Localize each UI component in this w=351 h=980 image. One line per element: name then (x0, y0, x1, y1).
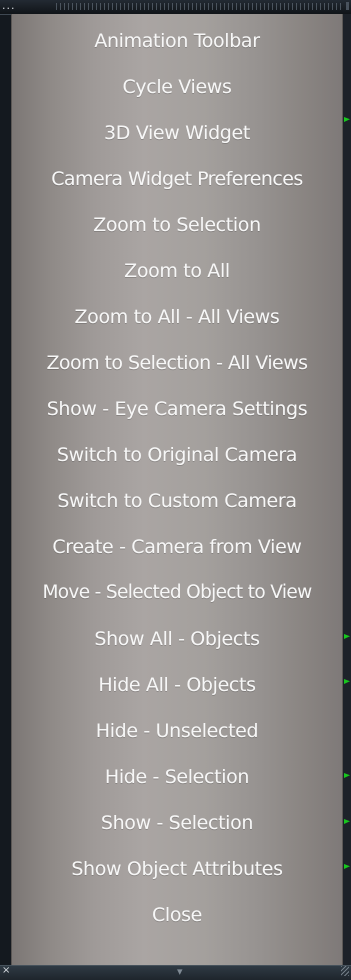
menu-item-label: Hide All - Objects (98, 674, 256, 696)
menu-item-label: 3D View Widget (104, 122, 250, 144)
submenu-marker-icon (344, 634, 350, 639)
menu-item-hide-selection[interactable]: Hide - Selection (11, 765, 343, 811)
title-bar-edge-mark (346, 2, 349, 10)
menu-item-label: Close (151, 904, 202, 926)
menu-item-label: Zoom to Selection - All Views (46, 352, 308, 374)
menu-item-zoom-to-all[interactable]: Zoom to All (11, 259, 343, 305)
submenu-marker-icon (344, 773, 350, 778)
menu-item-show-all-objects[interactable]: Show All - Objects (11, 627, 343, 673)
menu-item-move-selected-object-to-view[interactable]: Move - Selected Object to View (11, 581, 343, 627)
menu-item-show-eye-camera-settings[interactable]: Show - Eye Camera Settings (11, 397, 343, 443)
close-icon[interactable]: × (2, 965, 10, 977)
menu-item-label: Switch to Custom Camera (57, 490, 297, 512)
submenu-marker-icon (344, 679, 350, 684)
menu-item-hide-all-objects[interactable]: Hide All - Objects (11, 673, 343, 719)
menu-item-label: Create - Camera from View (52, 536, 302, 558)
menu-item-zoom-to-selection[interactable]: Zoom to Selection (11, 213, 343, 259)
menu-item-label: Zoom to All - All Views (74, 306, 280, 328)
camera-context-menu-window: ... Animation Toolbar Cycle Views 3D Vie… (0, 0, 351, 980)
menu-item-label: Move - Selected Object to View (42, 582, 312, 603)
menu-item-show-selection[interactable]: Show - Selection (11, 811, 343, 857)
menu-item-cycle-views[interactable]: Cycle Views (11, 75, 343, 121)
menu-item-zoom-to-selection-all-views[interactable]: Zoom to Selection - All Views (11, 351, 343, 397)
submenu-marker-icon (344, 864, 350, 869)
submenu-marker-icon (344, 117, 350, 122)
menu-item-label: Show All - Objects (94, 628, 260, 650)
menu-title-bar[interactable]: ... (0, 0, 351, 15)
submenu-marker-strip (343, 14, 351, 965)
menu-list: Animation Toolbar Cycle Views 3D View Wi… (11, 29, 343, 949)
menu-bottom-bar: × ▾ (0, 965, 351, 980)
title-bar-dots: ... (2, 0, 16, 12)
menu-item-3d-view-widget[interactable]: 3D View Widget (11, 121, 343, 167)
menu-item-label: Show Object Attributes (71, 858, 283, 880)
menu-item-label: Show - Selection (100, 812, 254, 834)
menu-item-label: Hide - Unselected (95, 720, 259, 742)
menu-item-label: Cycle Views (122, 76, 232, 98)
menu-panel: Animation Toolbar Cycle Views 3D View Wi… (11, 14, 343, 965)
grip-icon[interactable] (56, 3, 341, 10)
menu-item-create-camera-from-view[interactable]: Create - Camera from View (11, 535, 343, 581)
menu-item-label: Camera Widget Preferences (51, 168, 303, 190)
menu-item-hide-unselected[interactable]: Hide - Unselected (11, 719, 343, 765)
menu-item-label: Zoom to All (124, 260, 230, 282)
menu-item-label: Zoom to Selection (93, 214, 261, 236)
menu-item-label: Show - Eye Camera Settings (46, 398, 308, 420)
menu-item-label: Animation Toolbar (94, 30, 260, 52)
menu-item-label: Switch to Original Camera (56, 444, 298, 466)
menu-item-animation-toolbar[interactable]: Animation Toolbar (11, 29, 343, 75)
chevron-down-icon[interactable]: ▾ (177, 966, 183, 978)
menu-item-show-object-attributes[interactable]: Show Object Attributes (11, 857, 343, 903)
menu-item-switch-to-custom-camera[interactable]: Switch to Custom Camera (11, 489, 343, 535)
menu-item-switch-to-original-camera[interactable]: Switch to Original Camera (11, 443, 343, 489)
menu-item-camera-widget-preferences[interactable]: Camera Widget Preferences (11, 167, 343, 213)
menu-item-zoom-to-all-all-views[interactable]: Zoom to All - All Views (11, 305, 343, 351)
resize-grip-icon[interactable] (341, 966, 349, 976)
menu-item-close[interactable]: Close (11, 903, 343, 949)
menu-item-label: Hide - Selection (104, 766, 250, 788)
submenu-marker-icon (344, 819, 350, 824)
